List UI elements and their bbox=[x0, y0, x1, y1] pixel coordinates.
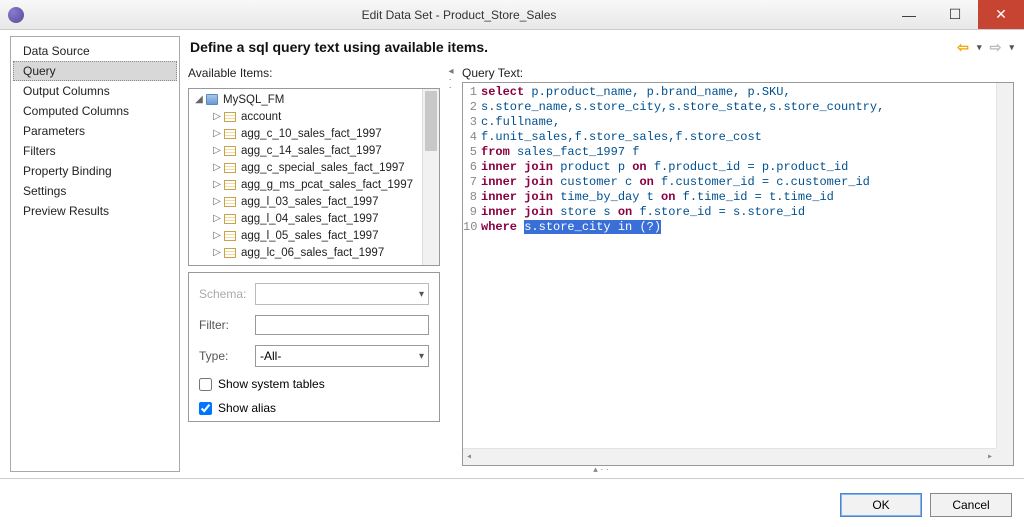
editor-line[interactable]: 7inner join customer c on f.customer_id … bbox=[463, 175, 996, 190]
tree-item[interactable]: ▷agg_lc_06_sales_fact_1997 bbox=[189, 244, 439, 261]
editor-line[interactable]: 5from sales_fact_1997 f bbox=[463, 145, 996, 160]
show-system-tables-check[interactable]: Show system tables bbox=[199, 377, 429, 391]
sidebar-item-settings[interactable]: Settings bbox=[13, 181, 177, 201]
sidebar-item-preview-results[interactable]: Preview Results bbox=[13, 201, 177, 221]
tree-item[interactable]: ▷agg_l_05_sales_fact_1997 bbox=[189, 227, 439, 244]
sidebar-item-computed-columns[interactable]: Computed Columns bbox=[13, 101, 177, 121]
table-icon bbox=[224, 231, 236, 241]
editor-hscroll[interactable]: ◂▸ bbox=[463, 448, 996, 465]
show-alias-checkbox[interactable] bbox=[199, 402, 212, 415]
separator bbox=[0, 478, 1024, 479]
editor-line[interactable]: 4f.unit_sales,f.store_sales,f.store_cost bbox=[463, 130, 996, 145]
chevron-down-icon: ▾ bbox=[419, 351, 424, 362]
category-sidebar: Data SourceQueryOutput ColumnsComputed C… bbox=[10, 36, 180, 472]
page-title: Define a sql query text using available … bbox=[190, 39, 488, 55]
window-title: Edit Data Set - Product_Store_Sales bbox=[32, 8, 886, 22]
type-select[interactable]: -All-▾ bbox=[255, 345, 429, 367]
sql-editor[interactable]: 1select p.product_name, p.brand_name, p.… bbox=[462, 82, 1014, 466]
query-text-label: Query Text: bbox=[462, 66, 1014, 82]
ok-button[interactable]: OK bbox=[840, 493, 922, 517]
minimize-button[interactable]: — bbox=[886, 0, 932, 29]
tree-root[interactable]: ◢MySQL_FM bbox=[189, 91, 439, 108]
title-bar: Edit Data Set - Product_Store_Sales — ☐ … bbox=[0, 0, 1024, 30]
tree-item[interactable]: ▷account bbox=[189, 108, 439, 125]
nav-buttons: ⇦▾ ⇨▾ bbox=[953, 38, 1014, 56]
tree-item[interactable]: ▷agg_l_03_sales_fact_1997 bbox=[189, 193, 439, 210]
filter-panel: Schema: ▾ Filter: Type: -All-▾ bbox=[188, 272, 440, 422]
show-system-tables-checkbox[interactable] bbox=[199, 378, 212, 391]
close-button[interactable]: ✕ bbox=[978, 0, 1024, 29]
editor-line[interactable]: 9inner join store s on f.store_id = s.st… bbox=[463, 205, 996, 220]
schema-select: ▾ bbox=[255, 283, 429, 305]
tree-item[interactable]: ▷agg_c_10_sales_fact_1997 bbox=[189, 125, 439, 142]
back-menu-icon[interactable]: ▾ bbox=[977, 42, 982, 53]
editor-line[interactable]: 3c.fullname, bbox=[463, 115, 996, 130]
sidebar-item-parameters[interactable]: Parameters bbox=[13, 121, 177, 141]
back-icon[interactable]: ⇦ bbox=[953, 38, 973, 56]
horizontal-sash[interactable]: ▴ · · bbox=[188, 466, 1014, 472]
type-label: Type: bbox=[199, 349, 249, 363]
sidebar-item-property-binding[interactable]: Property Binding bbox=[13, 161, 177, 181]
filter-input[interactable] bbox=[255, 315, 429, 335]
table-icon bbox=[224, 146, 236, 156]
sidebar-item-output-columns[interactable]: Output Columns bbox=[13, 81, 177, 101]
editor-vscroll[interactable] bbox=[996, 83, 1013, 448]
editor-line[interactable]: 8inner join time_by_day t on f.time_id =… bbox=[463, 190, 996, 205]
editor-line[interactable]: 10where s.store_city in (?) bbox=[463, 220, 996, 235]
app-icon bbox=[8, 7, 24, 23]
editor-line[interactable]: 2s.store_name,s.store_city,s.store_state… bbox=[463, 100, 996, 115]
sidebar-item-filters[interactable]: Filters bbox=[13, 141, 177, 161]
tree-item[interactable]: ▷agg_g_ms_pcat_sales_fact_1997 bbox=[189, 176, 439, 193]
vertical-sash[interactable]: ◂·· bbox=[446, 66, 456, 466]
filter-label: Filter: bbox=[199, 318, 249, 332]
available-items-tree[interactable]: ◢MySQL_FM▷account▷agg_c_10_sales_fact_19… bbox=[188, 88, 440, 266]
schema-label: Schema: bbox=[199, 287, 249, 301]
forward-menu-icon[interactable]: ▾ bbox=[1009, 42, 1014, 53]
tree-scrollbar[interactable] bbox=[422, 89, 439, 265]
show-system-tables-label: Show system tables bbox=[218, 377, 325, 391]
editor-line[interactable]: 6inner join product p on f.product_id = … bbox=[463, 160, 996, 175]
tree-item[interactable]: ▷agg_c_14_sales_fact_1997 bbox=[189, 142, 439, 159]
sidebar-item-data-source[interactable]: Data Source bbox=[13, 41, 177, 61]
page-heading: Define a sql query text using available … bbox=[188, 36, 1014, 66]
table-icon bbox=[224, 180, 236, 190]
dialog-footer: OK Cancel bbox=[10, 485, 1014, 517]
available-items-label: Available Items: bbox=[188, 66, 440, 82]
table-icon bbox=[224, 214, 236, 224]
editor-line[interactable]: 1select p.product_name, p.brand_name, p.… bbox=[463, 85, 996, 100]
sidebar-item-query[interactable]: Query bbox=[13, 61, 177, 81]
tree-item[interactable]: ▷agg_c_special_sales_fact_1997 bbox=[189, 159, 439, 176]
table-icon bbox=[224, 163, 236, 173]
maximize-button[interactable]: ☐ bbox=[932, 0, 978, 29]
show-alias-label: Show alias bbox=[218, 401, 276, 415]
table-icon bbox=[224, 248, 236, 258]
forward-icon: ⇨ bbox=[985, 38, 1005, 56]
show-alias-check[interactable]: Show alias bbox=[199, 401, 429, 415]
table-icon bbox=[224, 112, 236, 122]
window-controls: — ☐ ✕ bbox=[886, 0, 1024, 29]
database-icon bbox=[206, 94, 218, 105]
tree-item[interactable]: ▷agg_l_04_sales_fact_1997 bbox=[189, 210, 439, 227]
cancel-button[interactable]: Cancel bbox=[930, 493, 1012, 517]
table-icon bbox=[224, 129, 236, 139]
table-icon bbox=[224, 197, 236, 207]
